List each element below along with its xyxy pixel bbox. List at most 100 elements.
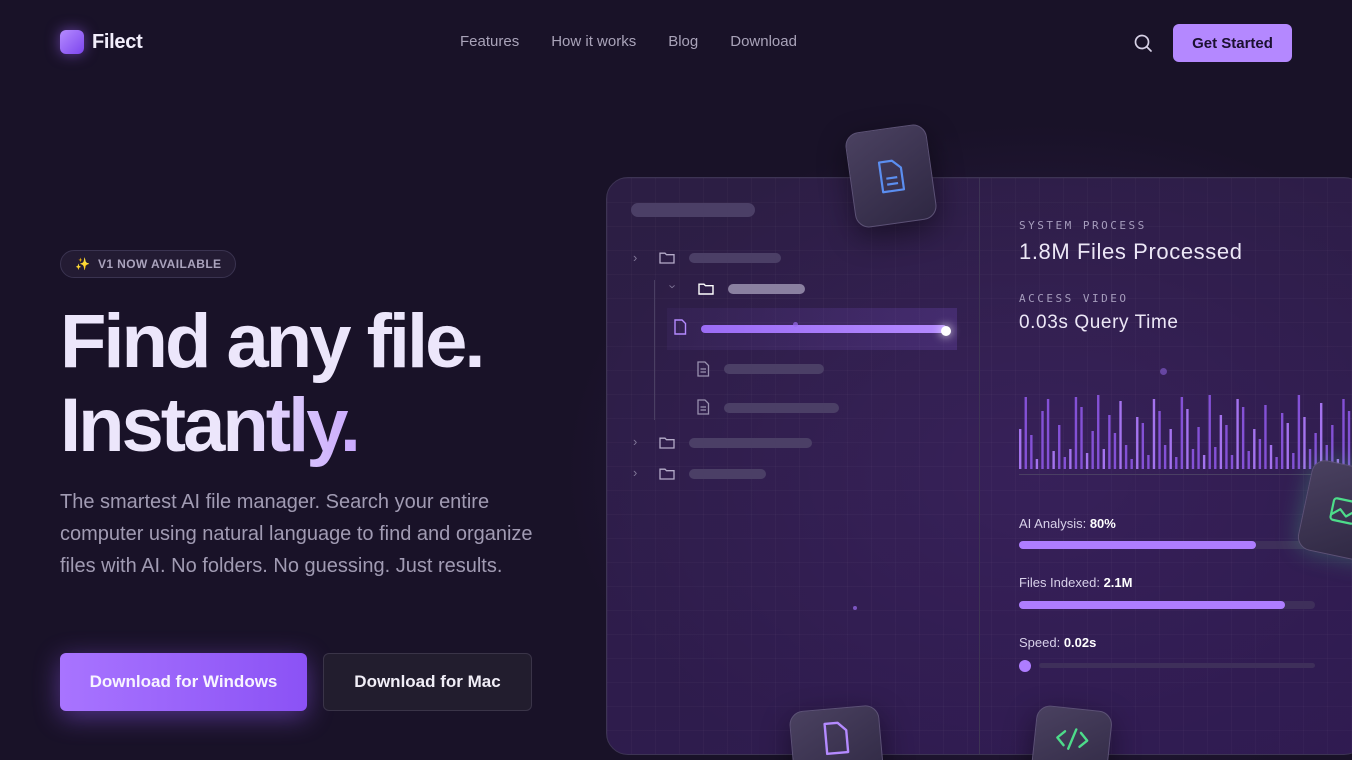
active-file-indicator [941,326,951,336]
waveform-bar [1085,453,1089,469]
folder-icon [659,252,675,264]
waveform-bar [1230,455,1234,469]
waveform-bar [1069,449,1072,469]
top-nav: Filect Features How it works Blog Downlo… [0,0,1352,86]
waveform-bar [1113,433,1117,469]
waveform-bar [1202,455,1206,469]
waveform-bar [1024,397,1027,469]
version-badge: ✨ V1 NOW AVAILABLE [60,250,237,278]
nav-link-features[interactable]: Features [460,33,519,50]
chevron-right-icon: › [633,465,638,480]
waveform-bar [1275,457,1278,469]
folder-name-placeholder [689,469,766,479]
waveform-bar [1091,431,1094,469]
waveform-bar [1286,423,1289,469]
waveform-bar [1253,429,1256,469]
ai-analysis-progress [1019,541,1315,549]
floating-document-card [843,122,939,230]
waveform-bar [1130,459,1133,469]
waveform-bar [1280,413,1284,469]
glow-particle [793,322,798,327]
waveform-bar [1052,451,1055,469]
waveform-bar [1269,445,1273,469]
waveform-bar [1319,403,1323,469]
folder-icon [659,468,675,480]
logo-icon [60,30,84,54]
waveform-bar [1108,415,1111,469]
waveform-bar [1342,399,1345,469]
brand-logo[interactable]: Filect [60,30,143,54]
waveform-bar [1241,407,1245,469]
image-icon [1329,497,1352,525]
waveform-bar [1214,447,1217,469]
file-icon [697,399,710,415]
file-icon [697,361,710,377]
search-icon [1134,34,1152,52]
file-icon [674,319,687,335]
document-icon [877,159,906,194]
floating-file-card [788,704,886,760]
activity-waveform [1019,395,1351,469]
waveform-bar [1247,451,1250,469]
nav-link-blog[interactable]: Blog [668,33,698,50]
query-time-value: 0.03s Query Time [1019,312,1179,333]
tree-header-placeholder [631,203,755,217]
waveform-bar [1169,429,1172,469]
waveform-bar [1063,457,1066,469]
waveform-bar [1208,395,1211,469]
access-video-label: ACCESS VIDEO [1019,292,1129,305]
file-name-placeholder [724,364,824,374]
ai-analysis-metric: AI Analysis: 80% [1019,516,1116,531]
waveform-bar [1236,399,1239,469]
folder-icon [698,283,714,295]
waveform-bar [1225,425,1228,469]
search-button[interactable] [1132,32,1154,54]
files-indexed-fill [1019,601,1286,609]
nav-link-how-it-works[interactable]: How it works [551,33,636,50]
waveform-bar [1347,411,1351,469]
waveform-bar [1119,401,1122,469]
files-indexed-label: Files Indexed: [1019,575,1100,590]
waveform-bar [1035,459,1039,469]
waveform-bar [1308,449,1312,469]
files-indexed-value: 2.1M [1103,575,1133,590]
files-processed-value: 1.8M Files Processed [1019,239,1243,264]
waveform-bar [1197,427,1200,469]
files-indexed-progress [1019,601,1315,609]
glow-particle [853,606,857,610]
waveform-bar [1041,411,1044,469]
files-indexed-metric: Files Indexed: 2.1M [1019,575,1132,590]
waveform-bar [1152,399,1156,469]
waveform-bar [1258,439,1262,469]
download-windows-button[interactable]: Download for Windows [60,653,307,711]
waveform-bar [1147,455,1150,469]
get-started-button[interactable]: Get Started [1173,24,1292,62]
file-name-placeholder [724,403,839,413]
badge-text: V1 NOW AVAILABLE [97,257,222,271]
download-mac-button[interactable]: Download for Mac [323,653,532,711]
code-icon [1056,728,1089,750]
waveform-bar [1019,429,1022,469]
floating-code-card [1028,704,1114,760]
brand-name: Filect [92,30,143,53]
waveform-bar [1141,423,1145,469]
waveform-bar [1264,405,1267,469]
chevron-right-icon: › [633,250,638,265]
chevron-right-icon: › [633,434,638,449]
waveform-bar [1074,397,1078,469]
ai-analysis-fill [1019,541,1256,549]
glow-particle [1160,368,1167,375]
file-icon [823,721,850,756]
waveform-bar [1158,411,1161,469]
waveform-bar [1186,409,1189,469]
speed-label: Speed: [1019,635,1061,650]
waveform-bar [1124,445,1128,469]
waveform-bar [1058,425,1061,469]
nav-link-download[interactable]: Download [730,33,797,50]
chevron-down-icon: › [665,284,681,289]
waveform-baseline [1019,474,1352,475]
hero-subtitle: The smartest AI file manager. Search you… [60,491,533,577]
sparkle-icon: ✨ [75,257,90,271]
waveform-bar [1191,449,1195,469]
ai-analysis-value: 80% [1089,516,1116,531]
